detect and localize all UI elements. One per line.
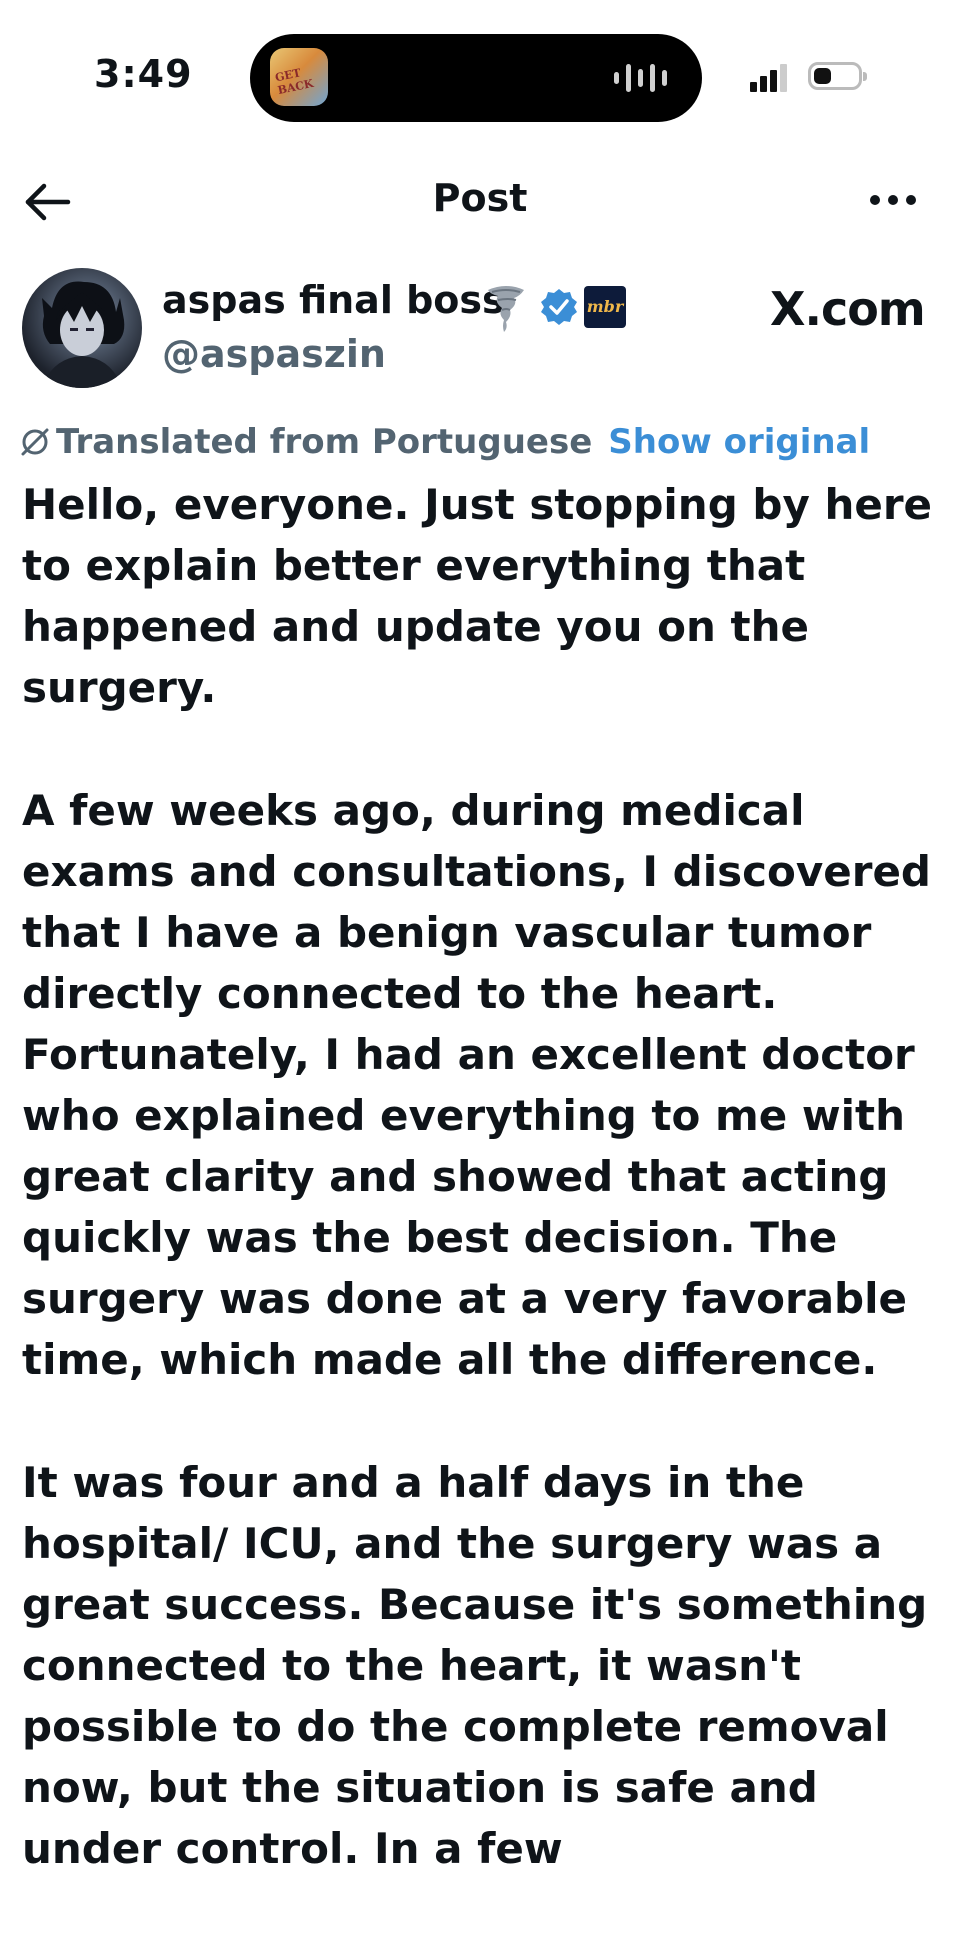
page-title: Post xyxy=(432,176,528,220)
affiliate-badge[interactable]: mbr xyxy=(584,286,626,328)
status-time: 3:49 xyxy=(94,52,193,96)
translated-label: Translated from Portuguese xyxy=(56,422,593,462)
post-paragraph: Hello, everyone. Just stopping by here t… xyxy=(22,480,933,712)
status-bar: 3:49 GET BACK xyxy=(0,0,960,130)
battery-level xyxy=(814,68,831,84)
user-handle[interactable]: @aspaszin xyxy=(162,332,386,376)
avatar-art xyxy=(42,281,125,388)
translate-icon xyxy=(21,428,49,456)
now-playing-art-text: GET BACK xyxy=(273,66,315,98)
tornado-icon xyxy=(488,286,524,332)
battery-icon xyxy=(808,62,867,90)
verified-icon[interactable] xyxy=(540,288,578,326)
post-body: Hello, everyone. Just stopping by here t… xyxy=(22,474,952,1941)
more-button[interactable] xyxy=(868,186,920,214)
nav-bar: Post xyxy=(0,150,960,250)
audio-wave-icon xyxy=(614,62,672,94)
show-original-link[interactable]: Show original xyxy=(608,422,870,462)
signal-icon xyxy=(750,62,790,92)
watermark: X.com xyxy=(770,282,926,336)
post-author: aspas final boss mbr @aspaszin X.com xyxy=(0,268,960,398)
translation-row: Translated from Portuguese Show original xyxy=(20,422,940,466)
now-playing-artwork: GET BACK xyxy=(270,48,328,106)
display-name[interactable]: aspas final boss xyxy=(162,278,505,322)
dynamic-island[interactable]: GET BACK xyxy=(250,34,702,122)
avatar[interactable] xyxy=(22,268,142,388)
post-paragraph: A few weeks ago, during medical exams an… xyxy=(22,786,931,1384)
post-paragraph: It was four and a half days in the hospi… xyxy=(22,1458,928,1873)
